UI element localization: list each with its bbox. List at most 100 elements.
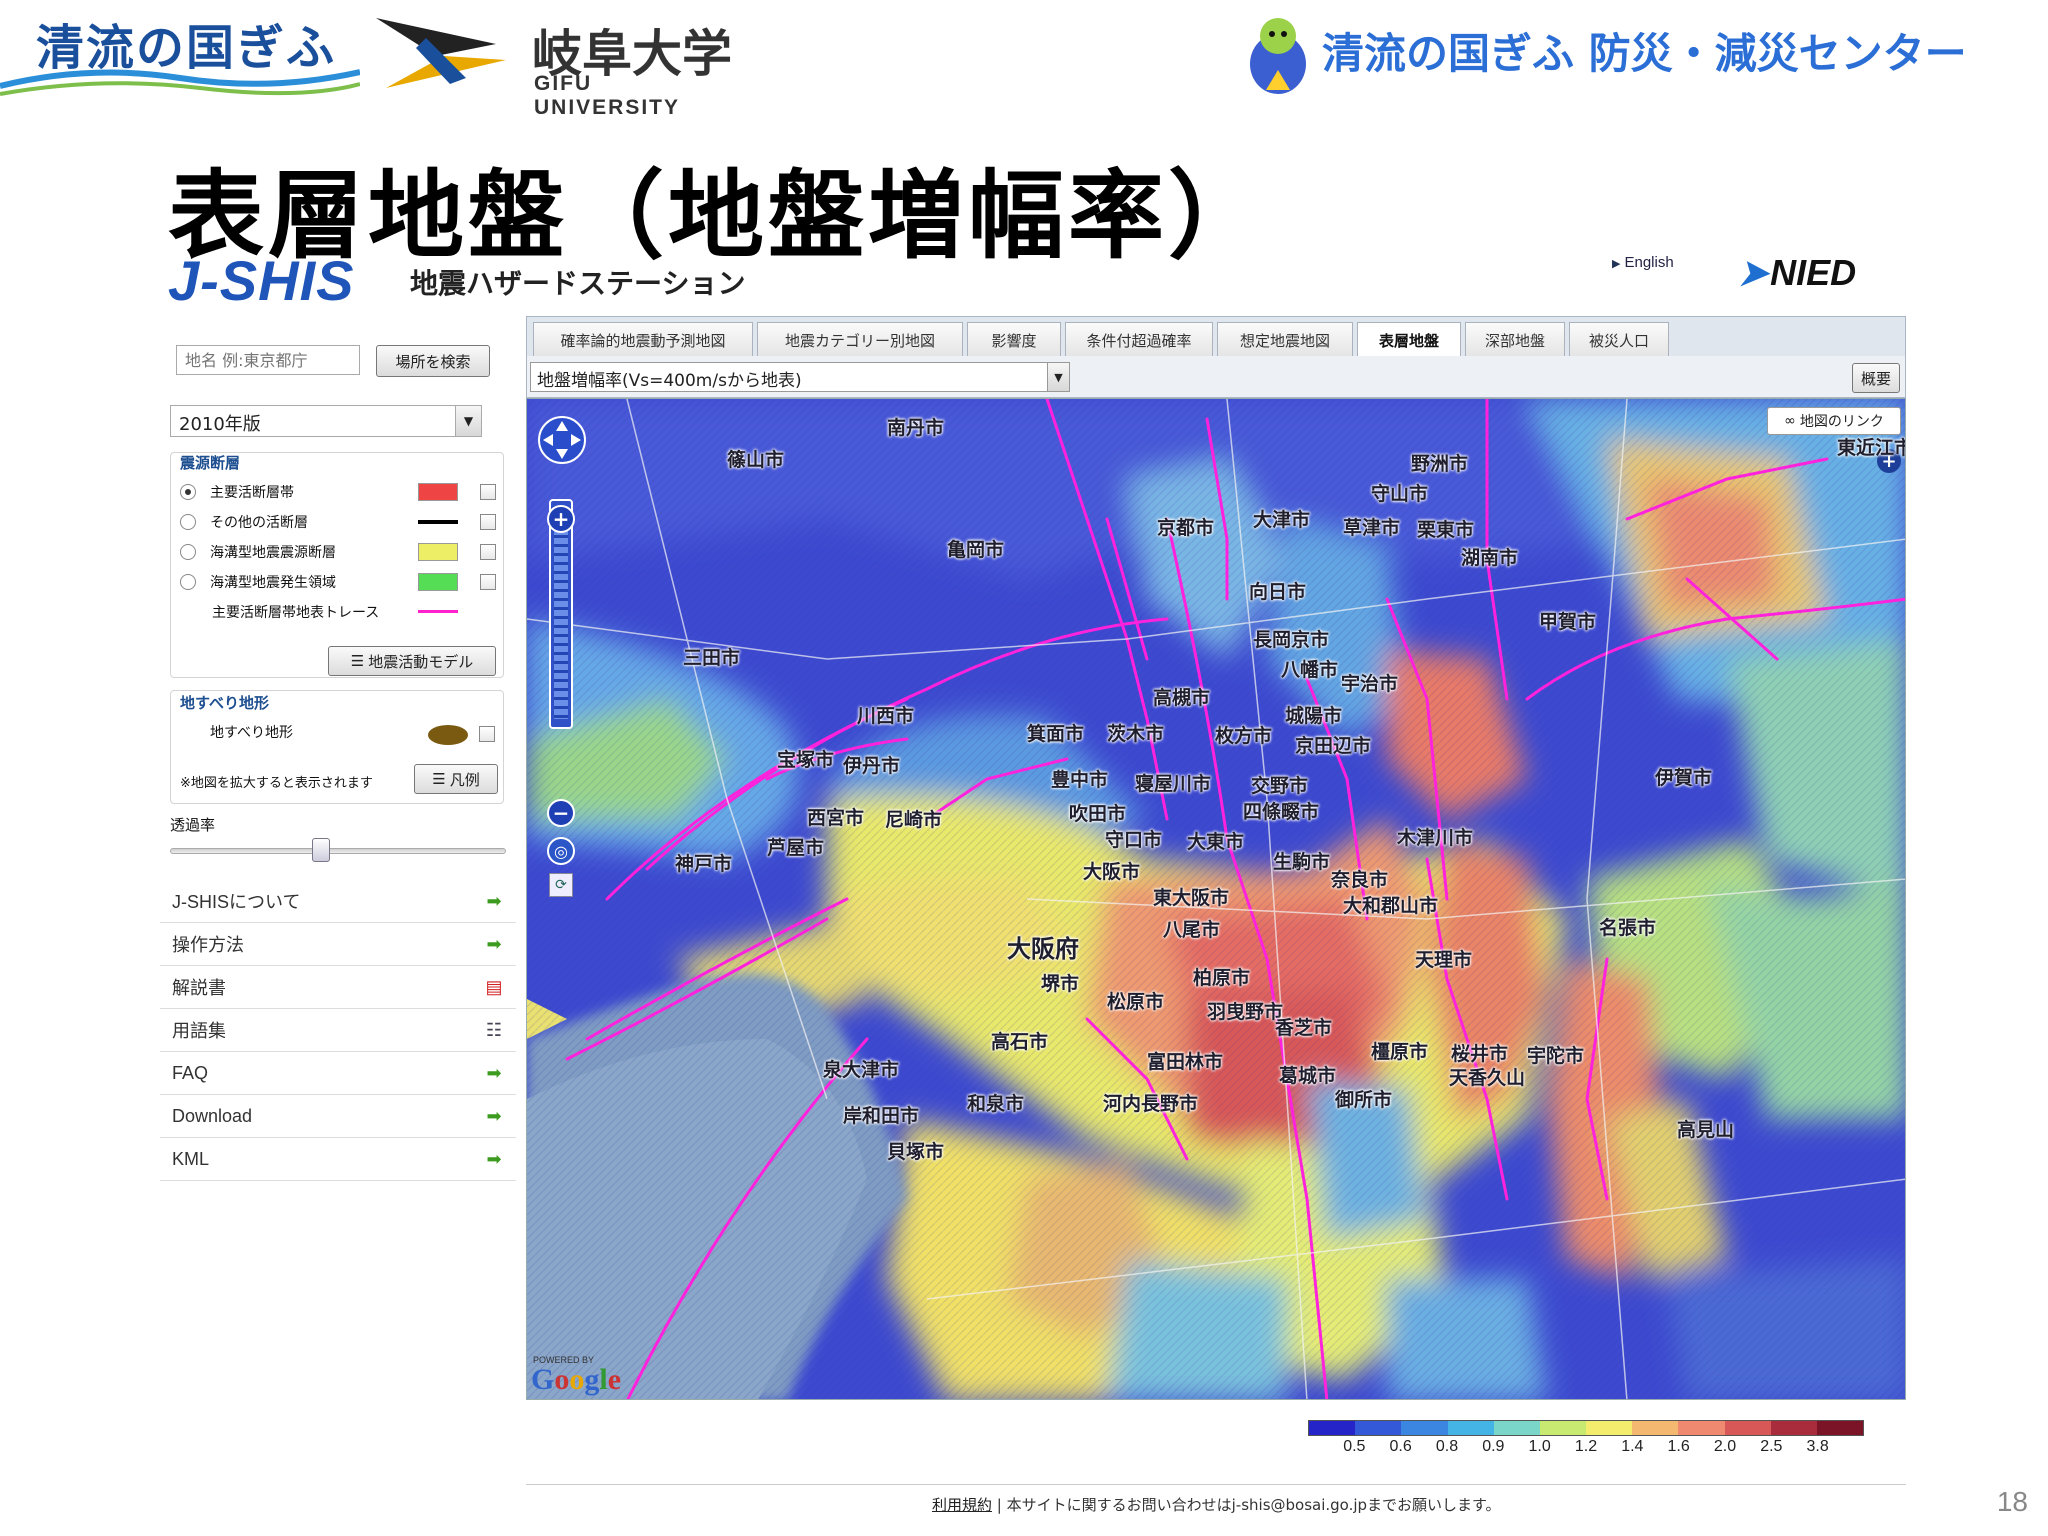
fault-checkbox[interactable] <box>480 544 496 560</box>
year-version-select[interactable]: 2010年版 ▼ <box>170 405 482 437</box>
menu-item-glossary[interactable]: 用語集 ☷ <box>160 1009 516 1052</box>
map-place-label: 甲賀市 <box>1539 611 1597 633</box>
legend-button[interactable]: ☰ 凡例 <box>414 764 498 794</box>
menu-item-kml[interactable]: KML ➡ <box>160 1138 516 1181</box>
overview-button[interactable]: 概要 <box>1852 363 1900 393</box>
map-place-label: 篠山市 <box>727 449 785 471</box>
map-place-label: 松原市 <box>1107 991 1165 1013</box>
menu-label: 解説書 <box>172 978 226 998</box>
scale-tick-label: 1.2 <box>1574 1438 1598 1455</box>
menu-item-howto[interactable]: 操作方法 ➡ <box>160 923 516 966</box>
scale-tick-label: 0.6 <box>1389 1438 1412 1455</box>
arrow-icon: ➡ <box>486 1062 502 1083</box>
map-place-label: 高石市 <box>991 1031 1049 1053</box>
nied-logo[interactable]: ➤NIED <box>1738 252 1856 294</box>
tab-scenario-map[interactable]: 想定地震地図 <box>1217 322 1353 357</box>
year-version-value: 2010年版 <box>179 414 261 435</box>
radio-trench-region[interactable] <box>180 574 196 590</box>
fault-row-trench-region[interactable]: 海溝型地震発生領域 <box>180 570 500 594</box>
map-place-label: 栗東市 <box>1417 519 1475 541</box>
fault-row-other[interactable]: その他の活断層 <box>180 510 500 534</box>
layer-select[interactable]: 地盤増幅率(Vs=400m/sから地表) ▼ <box>530 362 1070 392</box>
map-place-label: 大東市 <box>1187 831 1245 853</box>
nied-arrow-icon: ➤ <box>1738 252 1769 293</box>
fault-row-trench-source[interactable]: 海溝型地震震源断層 <box>180 540 500 564</box>
refresh-icon[interactable]: ⟳ <box>549 873 573 897</box>
map-link-button[interactable]: ∞ 地図のリンク <box>1767 407 1901 435</box>
map-place-label: 葛城市 <box>1279 1065 1337 1087</box>
zoom-out-icon[interactable]: − <box>547 799 575 827</box>
map-place-label: 野洲市 <box>1411 453 1469 475</box>
radio-trench-source[interactable] <box>180 544 196 560</box>
scale-tick-label: 1.0 <box>1528 1438 1551 1455</box>
tab-surface-ground[interactable]: 表層地盤 <box>1357 322 1461 358</box>
jshis-logo[interactable]: J-SHIS <box>168 248 355 313</box>
radio-major-fault[interactable] <box>180 484 196 500</box>
menu-item-about[interactable]: J-SHISについて ➡ <box>160 880 516 923</box>
seismic-model-button[interactable]: ☰ 地震活動モデル <box>328 646 496 676</box>
map-place-label: 生駒市 <box>1273 851 1331 873</box>
scale-swatch <box>1816 1421 1864 1435</box>
map-place-label: 宇治市 <box>1341 673 1399 695</box>
opacity-slider-thumb[interactable] <box>312 838 331 862</box>
menu-item-faq[interactable]: FAQ ➡ <box>160 1052 516 1095</box>
jshis-subtitle: 地震ハザードステーション <box>410 267 746 300</box>
fault-row-major[interactable]: 主要活断層帯 <box>180 480 500 504</box>
amplification-scale-labels: 0.5 0.6 0.8 0.9 1.0 1.2 1.4 1.6 2.0 2.5 3.8 <box>1292 1438 1892 1462</box>
menu-label: J-SHISについて <box>172 892 301 912</box>
radio-other-fault[interactable] <box>180 514 196 530</box>
map-place-label: 京田辺市 <box>1295 735 1372 757</box>
map-place-label: 尼崎市 <box>885 809 943 831</box>
fault-checkbox[interactable] <box>480 484 496 500</box>
menu-item-download[interactable]: Download ➡ <box>160 1095 516 1138</box>
fault-checkbox[interactable] <box>480 514 496 530</box>
pan-control-icon[interactable] <box>537 415 587 465</box>
opacity-label: 透過率 <box>170 816 216 834</box>
hazard-map[interactable]: + − ◎ ⟳ ∞ 地図のリンク + 南丹市 亀岡市 京都市 大津市 草津市 栗… <box>526 398 1906 1400</box>
landslide-title: 地すべり地形 <box>180 694 269 712</box>
menu-label: 操作方法 <box>172 935 244 955</box>
map-place-label: 茨木市 <box>1107 723 1165 745</box>
english-link[interactable]: English <box>1612 254 1673 271</box>
tab-influence[interactable]: 影響度 <box>967 322 1061 357</box>
opacity-slider-track[interactable] <box>170 848 506 854</box>
map-tabs: 確率論的地震動予測地図 地震カテゴリー別地図 影響度 条件付超過確率 想定地震地… <box>526 316 1906 358</box>
globe-icon[interactable]: ◎ <box>547 837 575 865</box>
arrow-icon: ➡ <box>486 1148 502 1169</box>
terms-link[interactable]: 利用規約 <box>932 1496 992 1514</box>
menu-label: KML <box>172 1148 210 1169</box>
menu-label: 用語集 <box>172 1021 226 1041</box>
amplification-color-scale <box>1308 1420 1864 1436</box>
gifu-university-logo: 岐阜大学 GIFU UNIVERSITY <box>366 8 746 119</box>
chevron-down-icon: ▼ <box>1047 363 1069 391</box>
zoom-in-icon[interactable]: + <box>547 505 575 533</box>
tab-probabilistic-map[interactable]: 確率論的地震動予測地図 <box>533 322 753 357</box>
landslide-checkbox[interactable] <box>479 726 495 742</box>
seismic-source-title: 震源断層 <box>180 454 241 472</box>
footer-divider <box>526 1484 1906 1485</box>
scale-tick-label: 1.4 <box>1621 1438 1644 1455</box>
tab-deep-ground[interactable]: 深部地盤 <box>1465 322 1565 357</box>
seismic-model-label: 地震活動モデル <box>368 652 474 671</box>
zoom-slider[interactable] <box>549 499 573 729</box>
nied-logo-text: NIED <box>1770 252 1857 293</box>
scale-swatch <box>1770 1421 1817 1435</box>
slide-number: 18 <box>1996 1486 2028 1517</box>
tab-affected-population[interactable]: 被災人口 <box>1569 322 1669 357</box>
menu-item-manual[interactable]: 解説書 ▤ <box>160 966 516 1009</box>
place-search-button[interactable]: 場所を検索 <box>376 345 490 377</box>
menu-label: Download <box>172 1105 253 1126</box>
fault-label: その他の活断層 <box>210 515 308 531</box>
fault-checkbox[interactable] <box>480 574 496 590</box>
map-place-label: 長岡京市 <box>1253 629 1330 651</box>
center-mascot-icon <box>1250 18 1306 94</box>
tab-category-map[interactable]: 地震カテゴリー別地図 <box>757 322 963 357</box>
pdf-icon: ▤ <box>485 976 503 997</box>
place-search-input[interactable] <box>176 345 360 375</box>
google-logo: Google <box>531 1363 622 1396</box>
tab-conditional-prob[interactable]: 条件付超過確率 <box>1065 322 1213 357</box>
scale-swatch <box>1401 1421 1448 1435</box>
map-place-label: 守口市 <box>1105 829 1163 851</box>
map-place-label: 高槻市 <box>1153 687 1211 709</box>
fault-label: 海溝型地震震源断層 <box>210 545 336 561</box>
